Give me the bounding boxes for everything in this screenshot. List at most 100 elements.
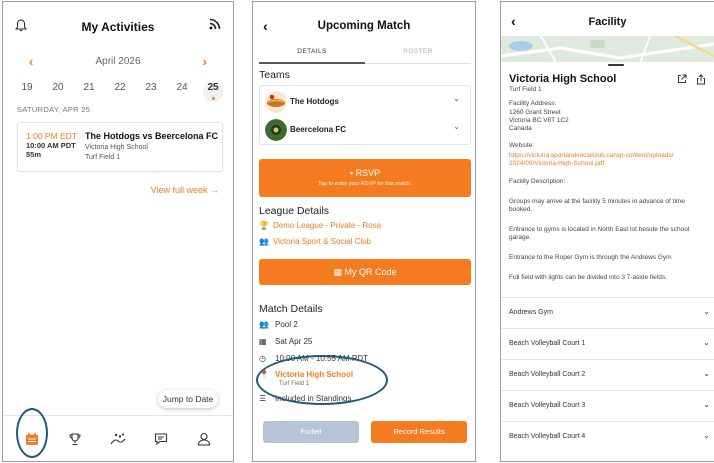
venue-link[interactable]: Victoria High School — [275, 370, 353, 379]
week-strip: 19 20 21 22 23 24 25 — [17, 82, 223, 102]
tab-roster[interactable]: ROSTER — [365, 48, 471, 64]
team-logo-hotdogs — [265, 91, 287, 113]
calendar-icon: ▦ — [259, 337, 267, 346]
standings-label: Included in Standings — [275, 394, 352, 403]
teams-list: The Hotdogs ⌄ Beercelona FC ⌄ — [259, 85, 471, 145]
area-row[interactable]: Andrews Gym ⌄ — [501, 297, 714, 327]
teams-heading: Teams — [259, 69, 290, 81]
event-time-other: 10:00 AM PDT — [26, 141, 76, 150]
qr-code-button[interactable]: ▦ My QR Code — [259, 259, 471, 285]
address-label: Facility Address: — [509, 100, 557, 107]
sport-icon[interactable] — [106, 427, 130, 451]
page-title: My Activities — [81, 20, 155, 34]
event-location: Victoria High School — [85, 144, 148, 151]
my-activities-screen: My Activities ‹ April 2026 › 19 20 21 22 23 2… — [2, 1, 234, 462]
date-heading: SATURDAY, APR 25 — [17, 105, 91, 114]
day-cell[interactable]: 21 — [79, 82, 99, 102]
area-label: Beach Volleyball Court 4 — [509, 433, 586, 440]
trophy-icon: 🏆 — [259, 221, 269, 230]
club-name: Victoria Sport & Social Club — [273, 237, 372, 246]
page-title: Facility — [588, 16, 627, 28]
description-line: Entrance to gyms is located in North Eas… — [509, 226, 690, 233]
day-cell[interactable]: 24 — [172, 82, 192, 102]
qr-icon: ▦ — [333, 267, 345, 277]
chevron-down-icon: ⌄ — [703, 400, 710, 409]
area-label: Beach Volleyball Court 2 — [509, 371, 586, 378]
address-line: Victoria BC V8T 1C2 — [509, 117, 569, 124]
day-cell[interactable]: 23 — [141, 82, 161, 102]
group-icon: 👥 — [259, 237, 269, 246]
league-heading: League Details — [259, 205, 330, 217]
clock-icon: ◷ — [259, 354, 266, 363]
page-title: Upcoming Match — [317, 20, 411, 32]
description-line: Entrance to the Roper Gym is through the… — [509, 254, 672, 261]
chevron-down-icon: ⌄ — [703, 431, 710, 440]
area-label: Beach Volleyball Court 1 — [509, 340, 586, 347]
tab-bar — [3, 415, 233, 461]
view-full-week-link[interactable]: View full week → — [151, 185, 219, 195]
header: ‹ Upcoming Match — [253, 2, 475, 42]
forfeit-button[interactable]: Forfeit — [263, 421, 359, 443]
league-link[interactable]: 🏆 Demo League - Private - Rosa — [259, 221, 381, 233]
match-date: Sat Apr 25 — [275, 337, 313, 346]
area-row[interactable]: Beach Volleyball Court 4 ⌄ — [501, 421, 714, 451]
description-label: Facility Description: — [509, 178, 566, 185]
team-name: Beercelona FC — [290, 125, 347, 134]
chevron-down-icon: ⌄ — [453, 122, 460, 131]
pool-label: Pool 2 — [275, 320, 298, 329]
area-row[interactable]: Beach Volleyball Court 1 ⌄ — [501, 328, 714, 358]
time-row: ◷ 10:00 AM - 10:55 AM PDT — [259, 354, 368, 366]
event-field: Turf Field 1 — [85, 154, 121, 161]
tab-details[interactable]: DETAILS — [259, 48, 365, 64]
area-row[interactable]: Beach Volleyball Court 3 ⌄ — [501, 390, 714, 420]
description-line: garage. — [509, 234, 532, 241]
map-preview[interactable] — [501, 36, 714, 62]
team-row[interactable]: Beercelona FC ⌄ — [260, 116, 470, 144]
rsvp-label: RSVP — [355, 168, 381, 178]
match-time: 10:00 AM - 10:55 AM PDT — [275, 354, 368, 363]
standings-row: ☰ Included in Standings — [259, 394, 352, 406]
event-time-local: 1:00 PM EDT — [26, 131, 78, 141]
rsvp-subtitle: Tap to enter your RSVP for this match. — [318, 181, 412, 187]
day-cell[interactable]: 20 — [48, 82, 68, 102]
sheet-grabber[interactable] — [608, 64, 624, 66]
date-row: ▦ Sat Apr 25 — [259, 337, 312, 349]
league-name: Demo League - Private - Rosa — [273, 221, 382, 230]
chat-icon[interactable] — [149, 427, 173, 451]
chevron-down-icon: ⌄ — [703, 338, 710, 347]
record-results-button[interactable]: Record Results — [371, 421, 467, 443]
header: My Activities — [3, 2, 233, 46]
trophy-icon[interactable] — [63, 427, 87, 451]
address-line: 1260 Grant Street — [509, 109, 561, 116]
day-cell[interactable]: 25 — [203, 82, 223, 102]
profile-icon[interactable] — [192, 427, 216, 451]
chevron-right-icon[interactable]: › — [203, 54, 207, 69]
external-link-icon[interactable] — [677, 74, 687, 84]
facility-field: Turf Field 1 — [509, 86, 542, 93]
stage: My Activities ‹ April 2026 › 19 20 21 22 23 2… — [0, 0, 714, 463]
day-cell[interactable]: 22 — [110, 82, 130, 102]
website-link[interactable]: 2024/09/Victoria-High-School.pdf — [509, 160, 709, 168]
pool-row: 👥 Pool 2 — [259, 320, 298, 332]
event-title: The Hotdogs vs Beercelona FC — [85, 131, 219, 141]
jump-to-date-button[interactable]: Jump to Date — [158, 390, 218, 408]
club-link[interactable]: 👥 Victoria Sport & Social Club — [259, 237, 371, 249]
rsvp-button[interactable]: ▪ RSVP Tap to enter your RSVP for this m… — [259, 159, 471, 197]
facility-name: Victoria High School — [509, 73, 617, 85]
team-row[interactable]: The Hotdogs ⌄ — [260, 88, 470, 116]
area-row[interactable]: Beach Volleyball Court 2 ⌄ — [501, 359, 714, 389]
event-card[interactable]: 1:00 PM EDT 10:00 AM PDT 55m The Hotdogs… — [17, 122, 223, 172]
rss-icon[interactable] — [209, 18, 221, 30]
calendar-icon[interactable] — [20, 427, 44, 451]
month-label: April 2026 — [95, 56, 141, 67]
match-heading: Match Details — [259, 303, 323, 315]
team-logo-beercelona — [265, 119, 287, 141]
qr-label: My QR Code — [344, 267, 397, 277]
day-cell[interactable]: 19 — [17, 82, 37, 102]
website-link[interactable]: https://victoria.sportandsocialclub.ca/w… — [509, 152, 709, 160]
event-duration: 55m — [26, 150, 42, 159]
share-icon[interactable] — [696, 74, 706, 85]
venue-field: Turf Field 1 — [279, 381, 310, 387]
chevron-down-icon: ⌄ — [703, 307, 710, 316]
description-line: booked. — [509, 206, 533, 213]
